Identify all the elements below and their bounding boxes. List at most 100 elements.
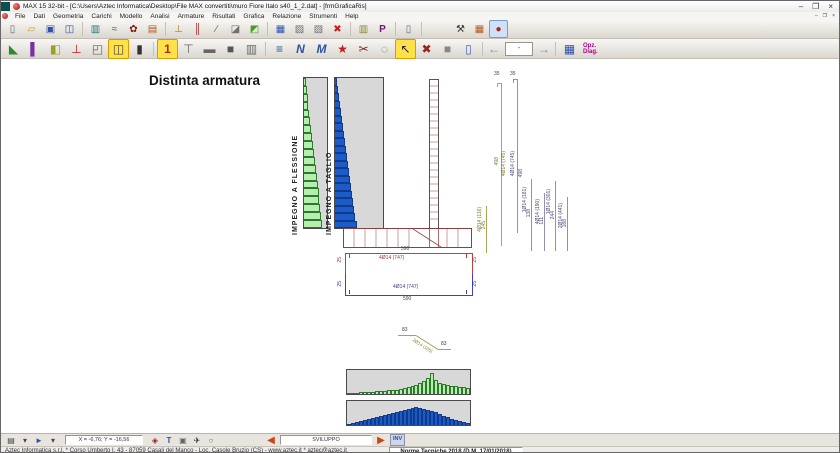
menu-analisi[interactable]: Analisi — [146, 13, 173, 20]
table-window-icon[interactable]: ▦ — [559, 39, 580, 59]
select-cursor-icon[interactable]: ↖ — [395, 39, 416, 59]
displacements-diagram-icon[interactable]: ▌ — [24, 39, 45, 59]
toolbar-separator — [350, 22, 351, 36]
zoom-tool-icon[interactable]: ○ — [204, 434, 218, 447]
bearing-check-icon[interactable]: ⊥ — [66, 39, 87, 59]
rebar-schedule-icon[interactable]: 1 — [157, 39, 178, 59]
nav-next-icon[interactable]: → — [536, 42, 552, 56]
graphics-results-icon[interactable]: ● — [489, 20, 508, 38]
wall-data-icon[interactable]: ▤ — [143, 20, 162, 38]
menu-strumenti[interactable]: Strumenti — [305, 13, 341, 20]
print-dropdown-icon[interactable]: ▾ — [18, 434, 32, 447]
section-p-icon[interactable]: P — [373, 20, 392, 38]
menu-armature[interactable]: Armature — [174, 13, 209, 20]
lasso-select-icon[interactable]: ◌ — [374, 39, 395, 59]
wall-panels-icon[interactable]: ◧ — [45, 39, 66, 59]
anchors-data-icon[interactable]: ∕ — [207, 20, 226, 38]
section-lf-icon[interactable]: ▥ — [354, 20, 373, 38]
nav-value-input[interactable]: - — [505, 42, 533, 56]
toolbar-separator — [153, 42, 154, 56]
delete-selection-icon[interactable]: ✖ — [416, 39, 437, 59]
rebar-line — [486, 206, 487, 253]
cut-section-icon[interactable]: ✂ — [353, 39, 374, 59]
flessione-label: IMPEGNO A FLESSIONE — [292, 109, 299, 235]
coordinates-readout: X = -6,76; Y = -16,56 — [65, 435, 143, 445]
run-analysis-icon[interactable]: ⚒ — [451, 20, 470, 38]
menu-geometria[interactable]: Geometria — [49, 13, 87, 20]
foundation-data-icon[interactable]: ⊥ — [169, 20, 188, 38]
rebar-length: 498 — [519, 169, 524, 177]
mdi-restore-button[interactable]: ❐ — [823, 13, 827, 19]
piles-data-icon[interactable]: ║ — [188, 20, 207, 38]
histogram-bar — [304, 117, 310, 125]
menu-dati[interactable]: Dati — [29, 13, 49, 20]
restore-button[interactable]: ❐ — [812, 2, 819, 12]
rebar-length: 244 — [551, 211, 556, 219]
mdi-minimize-button[interactable]: – — [815, 13, 818, 19]
wall-section-icon[interactable]: ◫ — [108, 39, 129, 59]
company-info: Aztec Informatica s.r.l. * Corso Umberto… — [5, 448, 347, 453]
taglio-label: IMPEGNO A TAGLIO — [326, 129, 333, 235]
export-dropdown-icon[interactable]: ▾ — [46, 434, 60, 447]
module-wave-icon[interactable]: ≈ — [105, 20, 124, 38]
beam-bottom-icon[interactable]: ■ — [220, 39, 241, 59]
menu-grafica[interactable]: Grafica — [239, 13, 268, 20]
print-icon[interactable]: ▤ — [4, 434, 18, 447]
text-tool-icon[interactable]: T — [162, 434, 176, 447]
stirrups-icon[interactable]: ▥ — [241, 39, 262, 59]
menu-risultati[interactable]: Risultati — [208, 13, 239, 20]
flessione-histogram — [303, 77, 328, 229]
inv-button[interactable]: INV — [390, 434, 405, 446]
mesh-data-icon[interactable]: ▦ — [271, 20, 290, 38]
model-3d-icon[interactable]: ◰ — [87, 39, 108, 59]
view-name-field[interactable]: SVILUPPO — [280, 435, 372, 445]
view-prev-icon[interactable]: ◀ — [264, 435, 278, 446]
menu-carichi[interactable]: Carichi — [87, 13, 115, 20]
save-copy-icon[interactable]: ◫ — [60, 20, 79, 38]
zbar-segment — [398, 335, 416, 336]
drawing-title: Distinta armatura — [149, 73, 260, 88]
beam-top-icon[interactable]: ▬ — [199, 39, 220, 59]
open-file-icon[interactable]: ▱ — [22, 20, 41, 38]
export-icon[interactable]: ► — [32, 434, 46, 447]
menu-file[interactable]: File — [11, 13, 29, 20]
view-next-icon[interactable]: ▶ — [374, 435, 388, 446]
n-diagram-icon[interactable]: N — [290, 39, 311, 59]
peak-values-icon[interactable]: ★ — [332, 39, 353, 59]
section-panels-icon[interactable]: ▮ — [129, 39, 150, 59]
style-shield-icon[interactable]: ◈ — [148, 434, 162, 447]
minimize-button[interactable]: – — [799, 2, 803, 12]
layers-view-icon[interactable]: ≡ — [269, 39, 290, 59]
fill-toggle-icon[interactable]: ■ — [437, 39, 458, 59]
document-icon — [2, 13, 8, 19]
close-button[interactable]: × — [828, 2, 833, 12]
rebar-hook — [466, 254, 467, 258]
histogram-bar — [304, 133, 312, 141]
rebar-footing-icon[interactable]: ▧ — [309, 20, 328, 38]
histogram-bar — [304, 204, 320, 212]
pointer-plane-icon[interactable]: ✈ — [190, 434, 204, 447]
report-icon[interactable]: ▯ — [399, 20, 418, 38]
module-mdm-icon[interactable]: ▥ — [86, 20, 105, 38]
general-options-icon[interactable]: ✿ — [124, 20, 143, 38]
save-file-icon[interactable]: ▣ — [41, 20, 60, 38]
mdi-close-button[interactable]: × — [832, 13, 835, 19]
menu-help[interactable]: Help — [341, 13, 362, 20]
rebar-delete-icon[interactable]: ✖ — [328, 20, 347, 38]
soil-layers-icon[interactable]: ◩ — [245, 20, 264, 38]
results-table-icon[interactable]: ▦ — [470, 20, 489, 38]
door-view-icon[interactable]: ▯ — [458, 39, 479, 59]
rebar-wall-icon[interactable]: ▨ — [290, 20, 309, 38]
diagram-options-button[interactable]: Opz. Diag. — [583, 43, 598, 55]
capture-icon[interactable]: ▣ — [176, 434, 190, 447]
pressures-diagram-icon[interactable]: ◣ — [3, 39, 24, 59]
nav-prev-icon[interactable]: ← — [486, 42, 502, 56]
drawing-canvas[interactable]: Distinta armatura IMPEGNO A FLESSIONE IM… — [1, 59, 840, 433]
menu-modello[interactable]: Modello — [116, 13, 147, 20]
m-diagram-icon[interactable]: M — [311, 39, 332, 59]
histogram-bar — [304, 165, 316, 173]
soil-profile-icon[interactable]: ◪ — [226, 20, 245, 38]
menu-relazione[interactable]: Relazione — [268, 13, 305, 20]
t-section-icon[interactable]: ⊤ — [178, 39, 199, 59]
new-file-icon[interactable]: ▯ — [3, 20, 22, 38]
